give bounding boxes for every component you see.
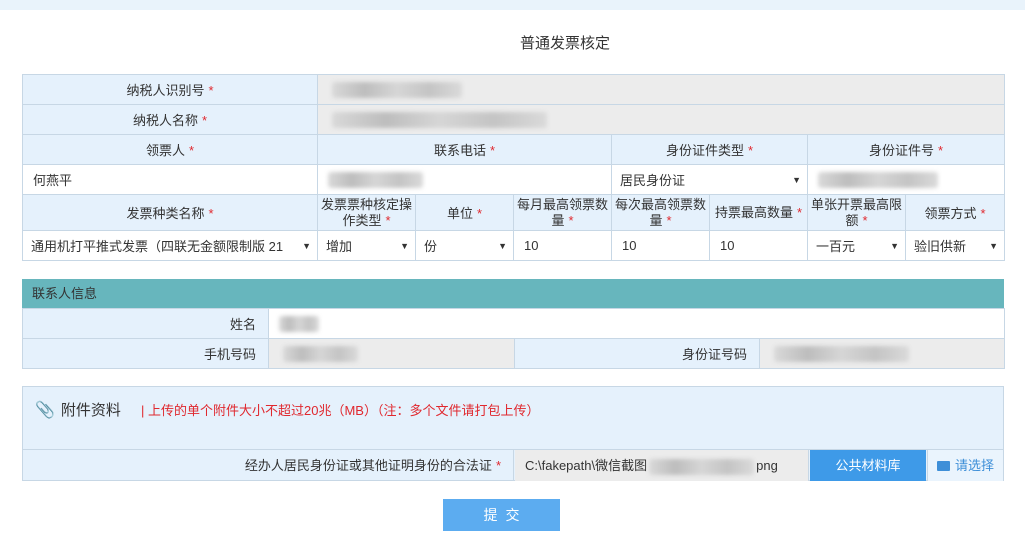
mobile-value (268, 338, 515, 369)
phone-label: 联系电话 * (317, 134, 612, 165)
taxpayer-name-label: 纳税人名称 * (22, 104, 318, 135)
each-max-input[interactable]: 10 (611, 230, 710, 261)
chevron-down-icon: ▼ (792, 174, 801, 185)
attachment-path: C:\fakepath\微信截图 png (515, 450, 809, 481)
contact-id-value (759, 338, 1005, 369)
receiver-person-input[interactable]: 何燕平 (22, 164, 318, 195)
id-type-label: 身份证件类型 * (611, 134, 808, 165)
invoice-type-select[interactable]: 通用机打平推式发票（四联无金额限制版 21 ▼ (22, 230, 318, 261)
attachment-title: 📎 附件资料 (35, 402, 121, 419)
taxpayer-name-value (316, 104, 1006, 135)
hold-max-input[interactable]: 10 (709, 230, 808, 261)
method-header: 领票方式 * (904, 194, 1006, 231)
chevron-down-icon: ▼ (989, 240, 999, 251)
method-select[interactable]: 验旧供新 ▼ (904, 230, 1006, 261)
folder-icon (936, 461, 950, 471)
contact-section-header: 联系人信息 (22, 279, 1004, 308)
taxpayer-id-label: 纳税人识别号 * (22, 74, 318, 105)
attachment-row: 经办人居民身份证或其他证明身份的合法证 * C:\fakepath\微信截图 png… (23, 449, 1003, 481)
monthly-max-input[interactable]: 10 (513, 230, 612, 261)
op-type-select[interactable]: 增加 ▼ (317, 230, 416, 261)
chevron-down-icon: ▼ (498, 240, 507, 251)
submit-button[interactable]: 提交 (443, 499, 560, 531)
taxpayer-id-value (316, 74, 1006, 105)
attachment-section: 📎 附件资料 | 上传的单个附件大小不超过20兆（MB）（注：多个文件请打包上传）… (22, 386, 1004, 481)
id-number-label: 身份证件号 * (806, 134, 1006, 165)
attachment-note: | 上传的单个附件大小不超过20兆（MB）（注：多个文件请打包上传） (141, 403, 540, 418)
contact-id-label: 身份证号码 (514, 338, 760, 369)
single-limit-header: 单张开票最高限额 * (807, 194, 906, 231)
contact-name-label: 姓名 (22, 308, 269, 339)
id-number-input[interactable] (806, 164, 1006, 195)
top-bar (0, 0, 1025, 10)
attachment-doc-label: 经办人居民身份证或其他证明身份的合法证 * (23, 450, 514, 481)
invoice-type-header: 发票种类名称 * (22, 194, 318, 231)
paperclip-icon: 📎 (35, 402, 55, 419)
contact-table: 姓名 手机号码 身份证号码 (22, 308, 1005, 369)
unit-select[interactable]: 份 ▼ (415, 230, 514, 261)
unit-header: 单位 * (415, 194, 514, 231)
invoice-form-table: 纳税人识别号 * 纳税人名称 * 领票人 * 联系电话 * 身份证件类型 * 身份证件号 *… (22, 74, 1006, 261)
public-material-button[interactable]: 公共材料库 (810, 450, 926, 481)
each-max-header: 每次最高领票数量 * (611, 194, 710, 231)
hold-max-header: 持票最高数量 * (709, 194, 808, 231)
contact-name-input[interactable] (268, 308, 1005, 339)
mobile-label: 手机号码 (22, 338, 269, 369)
page-title: 普通发票核定 (519, 35, 610, 52)
chevron-down-icon: ▼ (890, 240, 899, 251)
chevron-down-icon: ▼ (302, 240, 311, 251)
chevron-down-icon: ▼ (400, 240, 409, 251)
receiver-person-label: 领票人 * (22, 134, 318, 165)
monthly-max-header: 每月最高领票数量 * (513, 194, 612, 231)
op-type-header: 发票票种核定操作类型 * (317, 194, 416, 231)
id-type-select[interactable]: 居民身份证 ▼ (611, 164, 808, 195)
choose-file-button[interactable]: 请选择 (927, 450, 1003, 481)
single-limit-select[interactable]: 一百元 ▼ (807, 230, 906, 261)
phone-input[interactable] (317, 164, 612, 195)
